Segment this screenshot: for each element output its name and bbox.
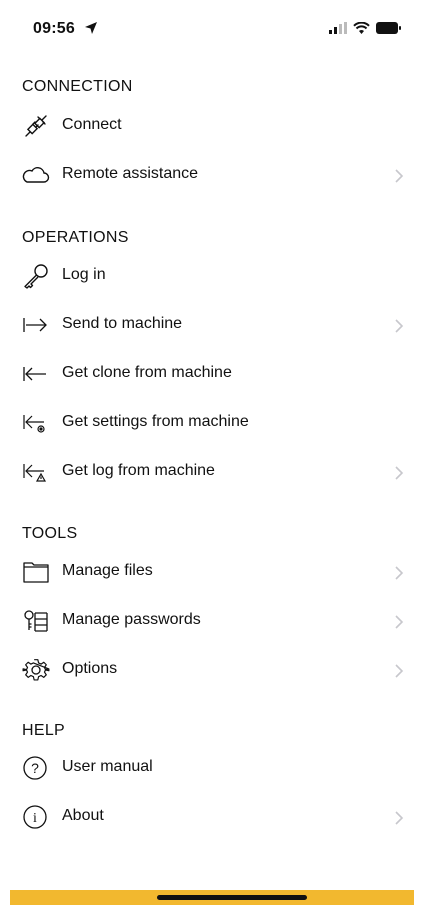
menu-item-options[interactable]: Options	[0, 648, 424, 692]
menu-item-about[interactable]: i About	[0, 795, 424, 839]
menu-item-label: Get settings from machine	[62, 413, 249, 430]
cloud-icon	[22, 167, 50, 183]
menu-item-manage-files[interactable]: Manage files	[0, 550, 424, 594]
chevron-right-icon	[395, 566, 404, 580]
menu-item-label: Manage files	[62, 562, 153, 579]
wifi-icon	[353, 22, 370, 34]
menu-item-remote-assistance[interactable]: Remote assistance	[0, 153, 424, 197]
location-arrow-icon	[85, 22, 97, 34]
menu-item-manage-passwords[interactable]: Manage passwords	[0, 599, 424, 643]
info-circle-icon: i	[23, 805, 47, 829]
svg-text:?: ?	[31, 760, 39, 776]
menu-item-label: Manage passwords	[62, 611, 201, 628]
chevron-right-icon	[395, 319, 404, 333]
key-icon	[24, 264, 48, 289]
menu-item-label: Options	[62, 660, 118, 677]
receive-settings-icon	[23, 415, 45, 433]
section-header-tools: TOOLS	[22, 525, 78, 542]
chevron-right-icon	[395, 169, 404, 183]
chevron-right-icon	[395, 466, 404, 480]
gear-icon	[22, 659, 50, 681]
folder-icon	[23, 562, 49, 583]
receive-log-icon	[23, 464, 47, 482]
question-circle-icon: ?	[23, 756, 47, 780]
receive-arrow-icon	[23, 367, 46, 381]
svg-text:i: i	[33, 811, 37, 826]
menu-item-user-manual[interactable]: ? User manual	[0, 746, 424, 790]
status-indicators	[329, 22, 402, 34]
status-bar: 09:56	[0, 0, 424, 56]
section-header-operations: OPERATIONS	[22, 229, 129, 246]
menu-item-label: Send to machine	[62, 315, 183, 332]
menu-item-get-settings[interactable]: Get settings from machine	[0, 401, 424, 445]
plug-connect-icon	[25, 115, 47, 137]
menu-item-label: Get clone from machine	[62, 364, 232, 381]
section-header-help: HELP	[22, 722, 65, 739]
menu-item-label: Connect	[62, 116, 122, 133]
battery-icon	[376, 22, 401, 34]
menu-item-log-in[interactable]: Log in	[0, 254, 424, 298]
menu-item-send-to-machine[interactable]: Send to machine	[0, 303, 424, 347]
send-arrow-icon	[23, 318, 47, 332]
menu-item-label: Log in	[62, 266, 106, 283]
status-time: 09:56	[33, 20, 75, 37]
chevron-right-icon	[395, 615, 404, 629]
bottom-accent-bar	[10, 890, 414, 905]
password-key-icon	[24, 610, 48, 632]
menu-item-label: Get log from machine	[62, 462, 215, 479]
chevron-right-icon	[395, 811, 404, 825]
chevron-right-icon	[395, 664, 404, 678]
section-header-connection: CONNECTION	[22, 78, 133, 95]
menu-item-label: User manual	[62, 758, 153, 775]
menu-item-label: About	[62, 807, 104, 824]
menu-item-connect[interactable]: Connect	[0, 104, 424, 148]
home-indicator[interactable]	[157, 895, 307, 900]
menu-item-get-log[interactable]: Get log from machine	[0, 450, 424, 494]
menu-item-get-clone[interactable]: Get clone from machine	[0, 352, 424, 396]
menu-item-label: Remote assistance	[62, 165, 199, 182]
cellular-signal-icon	[329, 22, 347, 34]
